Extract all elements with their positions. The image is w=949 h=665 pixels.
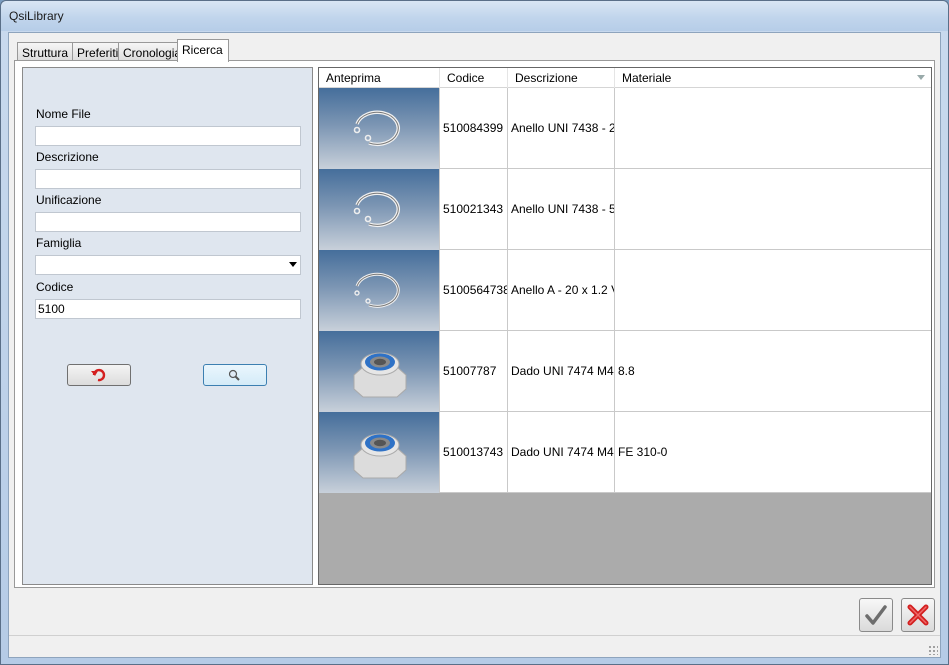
table-row[interactable]: 510021343 Anello UNI 7438 - 50: [319, 169, 931, 250]
client-area: Struttura Preferiti Cronologia Ricerca N…: [8, 32, 941, 658]
tab-label: Ricerca: [182, 43, 223, 57]
column-header-label: Materiale: [622, 71, 672, 85]
checkmark-icon: [865, 605, 887, 625]
cell-descrizione: Anello UNI 7438 - 50: [508, 169, 615, 250]
column-header-materiale[interactable]: Materiale: [615, 68, 931, 88]
cell-descrizione: Dado UNI 7474 M4: [508, 412, 615, 493]
locknut-icon: [353, 433, 407, 479]
table-row[interactable]: 510084399 Anello UNI 7438 - 20: [319, 88, 931, 169]
search-button[interactable]: [203, 364, 267, 386]
cell-codice: 510013743: [440, 412, 508, 493]
cell-materiale: [615, 169, 931, 250]
descrizione-label: Descrizione: [36, 150, 99, 164]
column-header-descrizione[interactable]: Descrizione: [508, 68, 615, 88]
sort-arrow-icon: [917, 75, 925, 80]
column-header-label: Anteprima: [326, 71, 381, 85]
tab-struttura[interactable]: Struttura: [17, 42, 73, 61]
locknut-icon: [353, 352, 407, 398]
codice-field[interactable]: [35, 299, 301, 319]
table-row[interactable]: 51007787 Dado UNI 7474 M4 8.8: [319, 331, 931, 412]
tab-label: Preferiti: [77, 46, 119, 60]
undo-icon: [91, 368, 106, 382]
resize-grip-icon[interactable]: [928, 645, 938, 655]
preview-thumbnail: [319, 88, 440, 169]
cell-codice: 51007787: [440, 331, 508, 412]
status-bar: [9, 635, 940, 657]
cancel-button[interactable]: [901, 598, 935, 632]
window-title: QsiLibrary: [9, 9, 64, 23]
search-panel: Nome File Descrizione Unificazione Famig…: [22, 67, 313, 585]
cell-materiale: [615, 88, 931, 169]
preview-thumbnail: [319, 250, 440, 331]
circlip-icon: [353, 110, 400, 147]
descrizione-field[interactable]: [35, 169, 301, 189]
unificazione-field[interactable]: [35, 212, 301, 232]
preview-thumbnail: [319, 169, 440, 250]
magnifier-icon: [228, 369, 240, 381]
circlip-icon: [353, 191, 400, 228]
famiglia-dropdown[interactable]: [35, 255, 301, 275]
grid-header: Anteprima Codice Descrizione Materiale: [319, 68, 931, 88]
reset-button[interactable]: [67, 364, 131, 386]
nome-file-field[interactable]: [35, 126, 301, 146]
results-grid: Anteprima Codice Descrizione Materiale 5…: [318, 67, 932, 585]
ok-button[interactable]: [859, 598, 893, 632]
preview-thumbnail: [319, 331, 440, 412]
famiglia-label: Famiglia: [36, 236, 82, 250]
tab-page-ricerca: Nome File Descrizione Unificazione Famig…: [14, 60, 935, 588]
column-header-anteprima[interactable]: Anteprima: [319, 68, 440, 88]
main-window: QsiLibrary Struttura Preferiti Cronologi…: [0, 0, 949, 665]
column-header-codice[interactable]: Codice: [440, 68, 508, 88]
cell-descrizione: Anello A - 20 x 1.2 V: [508, 250, 615, 331]
cell-descrizione: Anello UNI 7438 - 20: [508, 88, 615, 169]
cell-codice: 510084399: [440, 88, 508, 169]
tab-label: Cronologia: [123, 46, 182, 60]
cell-codice: 5100564738: [440, 250, 508, 331]
cell-materiale: [615, 250, 931, 331]
column-header-label: Descrizione: [515, 71, 578, 85]
tab-label: Struttura: [22, 46, 69, 60]
tab-ricerca[interactable]: Ricerca: [177, 39, 229, 62]
red-x-icon: [907, 604, 929, 626]
tab-preferiti[interactable]: Preferiti: [72, 42, 119, 61]
cell-descrizione: Dado UNI 7474 M4: [508, 331, 615, 412]
table-row[interactable]: 510013743 Dado UNI 7474 M4 FE 310-0: [319, 412, 931, 493]
circlip-icon: [354, 272, 400, 308]
nome-file-label: Nome File: [36, 107, 91, 121]
table-row[interactable]: 5100564738 Anello A - 20 x 1.2 V: [319, 250, 931, 331]
codice-label: Codice: [36, 280, 74, 294]
cell-codice: 510021343: [440, 169, 508, 250]
title-bar[interactable]: QsiLibrary: [1, 1, 948, 31]
chevron-down-icon[interactable]: [289, 262, 297, 267]
unificazione-label: Unificazione: [36, 193, 102, 207]
column-header-label: Codice: [447, 71, 485, 85]
preview-thumbnail: [319, 412, 440, 493]
cell-materiale: FE 310-0: [618, 445, 668, 459]
tab-cronologia[interactable]: Cronologia: [118, 42, 182, 61]
cell-materiale: 8.8: [618, 364, 635, 378]
